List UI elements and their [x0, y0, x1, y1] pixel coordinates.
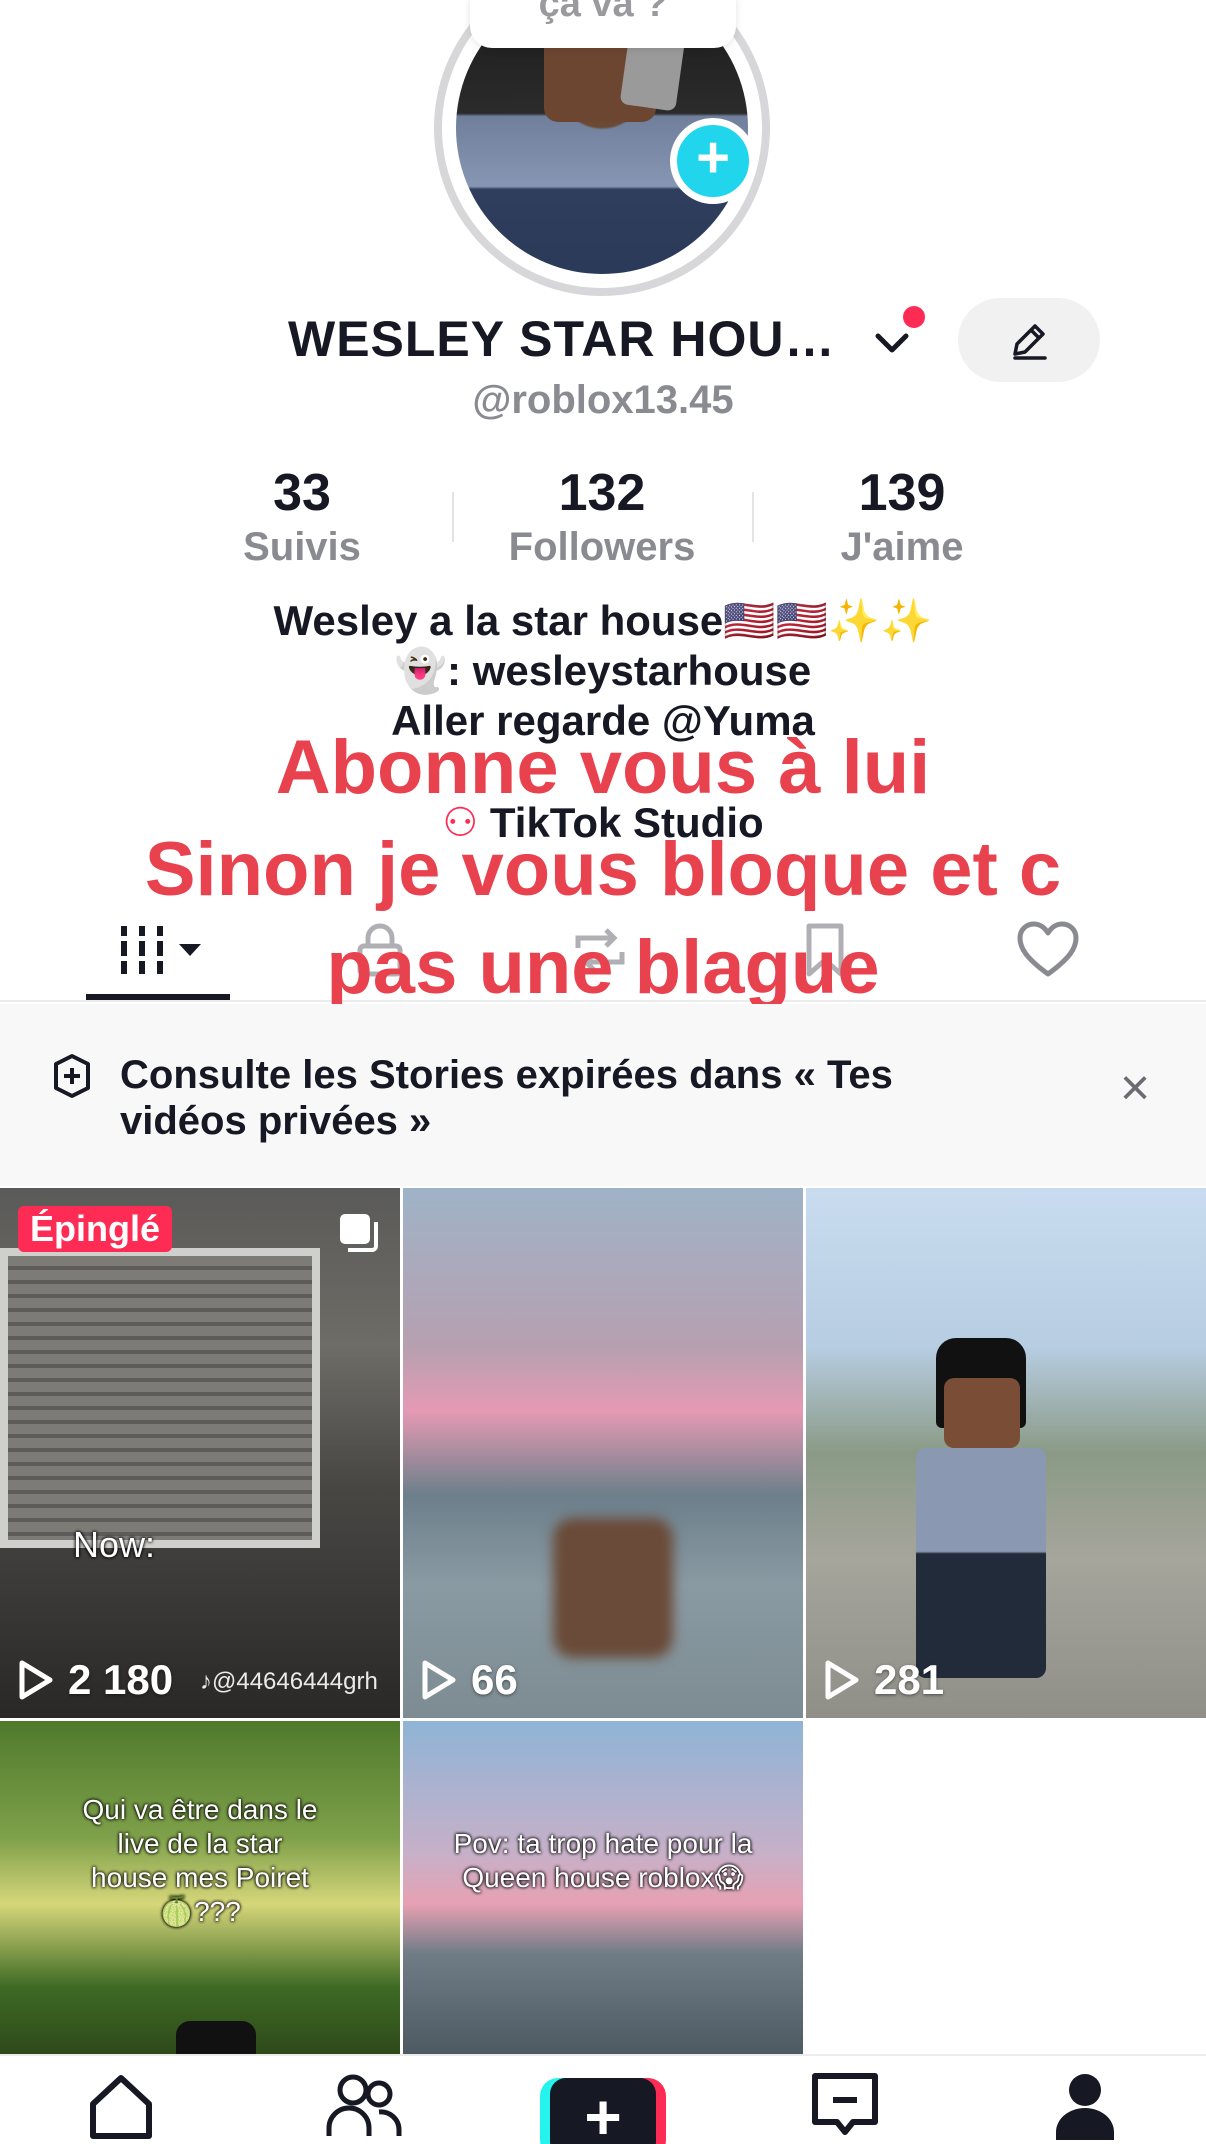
- play-icon: [19, 1660, 53, 1700]
- stat-value: 33: [273, 464, 331, 522]
- bottom-navigation: +: [0, 2054, 1206, 2144]
- video-thumbnail[interactable]: Pov: ta trop hate pour la Queen house ro…: [403, 1721, 803, 2054]
- view-count-value: 66: [471, 1656, 518, 1703]
- view-count: 2 180: [18, 1656, 173, 1704]
- bio-line-1: Wesley a la star house🇺🇸🇺🇸✨✨: [273, 597, 933, 644]
- pencil-icon: [1013, 324, 1047, 360]
- multi-photo-icon: [340, 1214, 378, 1252]
- avatar-character-body: [916, 1448, 1046, 1678]
- view-count: 281: [824, 1656, 944, 1704]
- avatar-character-face: [944, 1378, 1020, 1448]
- stat-value: 132: [558, 464, 646, 522]
- pinned-badge: Épinglé: [18, 1206, 173, 1252]
- note-bubble[interactable]: ça va ?: [470, 0, 736, 48]
- nav-profile[interactable]: [1040, 2070, 1130, 2144]
- profile-stats: 33 Suivis 132 Followers 139 J'aime: [0, 462, 1206, 572]
- expired-stories-banner[interactable]: Consulte les Stories expirées dans « Tes…: [0, 1004, 1206, 1186]
- stat-label: J'aime: [840, 525, 964, 569]
- video-thumbnail[interactable]: 66: [403, 1188, 803, 1718]
- notification-dot: [903, 306, 925, 328]
- view-count-value: 2 180: [68, 1656, 174, 1703]
- home-icon: [90, 2075, 152, 2139]
- video-grid: Épinglé Now: 2 180 ♪@44646444grh 66 281 …: [0, 1188, 1206, 2054]
- inbox-icon: [812, 2073, 878, 2135]
- stat-likes[interactable]: 139 J'aime: [752, 462, 1052, 570]
- plus-icon: +: [550, 2078, 656, 2144]
- overlay-caption-line-3: pas une blague: [326, 925, 880, 1010]
- nav-inbox[interactable]: [800, 2070, 890, 2144]
- window-shutter: [0, 1248, 320, 1548]
- view-count-value: 281: [874, 1656, 945, 1703]
- play-icon: [422, 1660, 456, 1700]
- overlay-caption-line-2: Sinon je vous bloque et c: [144, 827, 1062, 912]
- stat-following[interactable]: 33 Suivis: [152, 462, 452, 570]
- overlay-caption-line-1: Abonne vous à lui: [275, 725, 931, 810]
- profile-icon: [1056, 2074, 1114, 2140]
- banner-message: Consulte les Stories expirées dans « Tes…: [120, 1053, 893, 1143]
- video-caption: Now:: [72, 1524, 156, 1565]
- add-story-plus-icon[interactable]: +: [670, 118, 756, 204]
- stat-followers[interactable]: 132 Followers: [452, 462, 752, 570]
- create-button[interactable]: +: [540, 2078, 666, 2144]
- stat-label: Followers: [508, 525, 696, 569]
- video-thumbnail[interactable]: Épinglé Now: 2 180 ♪@44646444grh: [0, 1188, 400, 1718]
- close-icon[interactable]: ×: [1110, 1062, 1160, 1116]
- play-icon: [825, 1660, 859, 1700]
- bio-line-2: 👻: wesleystarhouse: [394, 647, 812, 694]
- watermark-text: ♪@44646444grh: [200, 1668, 378, 1695]
- profile-handle: @roblox13.45: [472, 378, 734, 422]
- story-add-icon: [54, 1054, 90, 1098]
- display-name[interactable]: WESLEY STAR HOU…: [288, 310, 858, 368]
- view-count: 66: [421, 1656, 518, 1704]
- video-thumbnail[interactable]: 281: [806, 1188, 1206, 1718]
- avatar-character: [176, 2021, 256, 2054]
- stat-label: Suivis: [243, 525, 361, 569]
- edit-profile-button[interactable]: [958, 298, 1100, 382]
- stat-value: 139: [858, 464, 946, 522]
- friends-icon: [326, 2074, 402, 2136]
- nav-home[interactable]: [76, 2070, 166, 2144]
- video-caption: Pov: ta trop hate pour la Queen house ro…: [453, 1828, 753, 1893]
- video-thumbnail[interactable]: Qui va être dans le live de la star hous…: [0, 1721, 400, 2054]
- blurred-figure: [553, 1518, 673, 1658]
- video-caption: Qui va être dans le live de la star hous…: [82, 1794, 318, 1927]
- nav-friends[interactable]: [318, 2070, 408, 2144]
- chevron-down-icon[interactable]: [872, 324, 912, 364]
